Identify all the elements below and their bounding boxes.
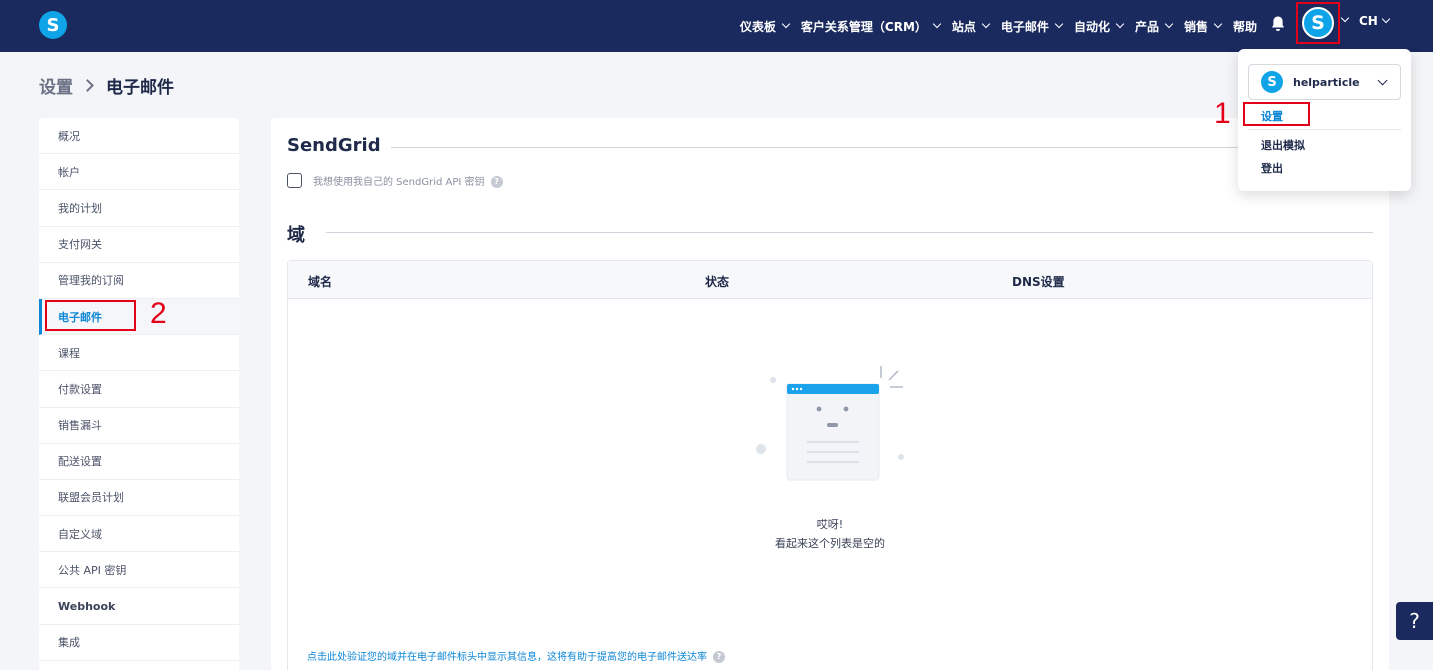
nav-help[interactable]: 帮助	[1233, 18, 1257, 35]
nav-automation[interactable]: 自动化	[1073, 18, 1125, 35]
column-header-status[interactable]: 状态	[705, 273, 729, 290]
menu-item-exit-impersonation[interactable]: 退出模拟	[1261, 137, 1305, 153]
sendgrid-title: SendGrid	[287, 135, 381, 156]
sidebar-item-subscriptions[interactable]: 管理我的订阅	[39, 263, 239, 299]
nav-label: 仪表板	[739, 19, 776, 34]
nav-label: 客户关系管理（CRM）	[800, 19, 927, 34]
sidebar-item-courses[interactable]: 课程	[39, 335, 239, 372]
nav-label: 产品	[1134, 19, 1159, 34]
checkbox-label-text: 我想使用我自己的 SendGrid API 密钥	[313, 177, 485, 188]
settings-sidebar: 概况 帐户 我的计划 支付网关 管理我的订阅 电子邮件 课程 付款设置 销售漏斗…	[39, 118, 239, 670]
divider	[391, 147, 1373, 148]
column-header-domain[interactable]: 域名	[308, 273, 332, 290]
chevron-down-icon	[981, 19, 991, 29]
highlight-box-2	[45, 300, 136, 331]
sidebar-item-payment-settings[interactable]: 付款设置	[39, 371, 239, 408]
sidebar-item-webhook[interactable]: Webhook	[39, 588, 239, 625]
brand-logo-icon[interactable]: S	[39, 11, 67, 39]
account-switcher[interactable]: S helparticle	[1248, 64, 1401, 100]
domain-title: 域	[287, 225, 305, 246]
sidebar-item-my-plan[interactable]: 我的计划	[39, 190, 239, 227]
nav-crm[interactable]: 客户关系管理（CRM）	[800, 18, 942, 35]
chevron-down-icon[interactable]	[1340, 13, 1350, 23]
help-icon[interactable]: ?	[490, 176, 503, 188]
avatar-highlight[interactable]: S	[1296, 2, 1340, 44]
top-nav-bar: S 仪表板 客户关系管理（CRM） 站点 电子邮件 自动化 产品 销售 帮助 S…	[0, 0, 1433, 52]
sidebar-item-account[interactable]: 帐户	[39, 154, 239, 191]
annotation-number-1: 1	[1214, 97, 1231, 130]
chevron-down-icon	[1213, 19, 1223, 29]
chevron-down-icon	[1054, 19, 1064, 29]
chevron-down-icon	[932, 19, 942, 29]
breadcrumb: 设置 电子邮件	[39, 73, 174, 98]
nav-label: 自动化	[1073, 19, 1110, 34]
nav-label: 电子邮件	[1000, 19, 1049, 34]
chevron-down-icon	[1115, 19, 1125, 29]
sendgrid-checkbox-label: 我想使用我自己的 SendGrid API 密钥?	[313, 173, 503, 188]
divider	[1248, 129, 1401, 130]
bell-icon[interactable]	[1270, 15, 1286, 33]
main-content-card: SendGrid 我想使用我自己的 SendGrid API 密钥? 域 域名 …	[271, 118, 1389, 670]
verify-domain-link-text[interactable]: 点击此处验证您的域并在电子邮件标头中显示其信息，这将有助于提高您的电子邮件送达率	[307, 652, 707, 663]
language-label: CH	[1359, 14, 1378, 28]
nav-sites[interactable]: 站点	[951, 18, 991, 35]
table-header: 域名 状态 DNS设置	[288, 261, 1372, 299]
sidebar-item-affiliate[interactable]: 联盟会员计划	[39, 480, 239, 517]
sendgrid-checkbox[interactable]	[287, 173, 302, 188]
sidebar-item-shipping[interactable]: 配送设置	[39, 444, 239, 480]
avatar[interactable]: S	[1302, 7, 1334, 39]
help-icon[interactable]: ?	[713, 651, 725, 663]
empty-list-illustration-icon	[756, 366, 904, 481]
chevron-down-icon	[781, 19, 791, 29]
menu-item-logout[interactable]: 登出	[1261, 160, 1283, 176]
chevron-right-icon	[81, 79, 94, 92]
main-nav: 仪表板 客户关系管理（CRM） 站点 电子邮件 自动化 产品 销售 帮助	[740, 0, 1257, 52]
sidebar-item-custom-domain[interactable]: 自定义域	[39, 516, 239, 553]
help-button[interactable]: ?	[1396, 602, 1433, 640]
sidebar-item-sales-funnel[interactable]: 销售漏斗	[39, 408, 239, 444]
sidebar-item-api-key[interactable]: 公共 API 密钥	[39, 552, 239, 589]
sidebar-item-overview[interactable]: 概况	[39, 118, 239, 155]
column-header-dns[interactable]: DNS设置	[1012, 273, 1065, 290]
verify-domain-link[interactable]: 点击此处验证您的域并在电子邮件标头中显示其信息，这将有助于提高您的电子邮件送达率…	[307, 648, 725, 663]
nav-sales[interactable]: 销售	[1183, 18, 1223, 35]
nav-label: 站点	[951, 19, 976, 34]
account-name: helparticle	[1293, 75, 1360, 89]
nav-dashboard[interactable]: 仪表板	[739, 18, 791, 35]
breadcrumb-parent[interactable]: 设置	[39, 73, 73, 98]
page-title: 电子邮件	[106, 78, 174, 98]
nav-products[interactable]: 产品	[1134, 18, 1174, 35]
highlight-box-1	[1243, 102, 1310, 126]
chevron-down-icon	[1381, 14, 1391, 24]
sidebar-item-payment-gateway[interactable]: 支付网关	[39, 227, 239, 263]
empty-state-subtitle: 看起来这个列表是空的	[775, 537, 885, 550]
empty-state-title: 哎呀!	[816, 518, 844, 531]
annotation-number-2: 2	[150, 297, 167, 330]
language-selector[interactable]: CH	[1359, 14, 1391, 28]
chevron-down-icon	[1377, 75, 1388, 86]
sidebar-item-integrations[interactable]: 集成	[39, 625, 239, 661]
nav-email[interactable]: 电子邮件	[1000, 18, 1064, 35]
chevron-down-icon	[1164, 19, 1174, 29]
nav-label: 销售	[1183, 19, 1208, 34]
account-logo-icon: S	[1261, 71, 1283, 93]
divider	[326, 232, 1373, 233]
